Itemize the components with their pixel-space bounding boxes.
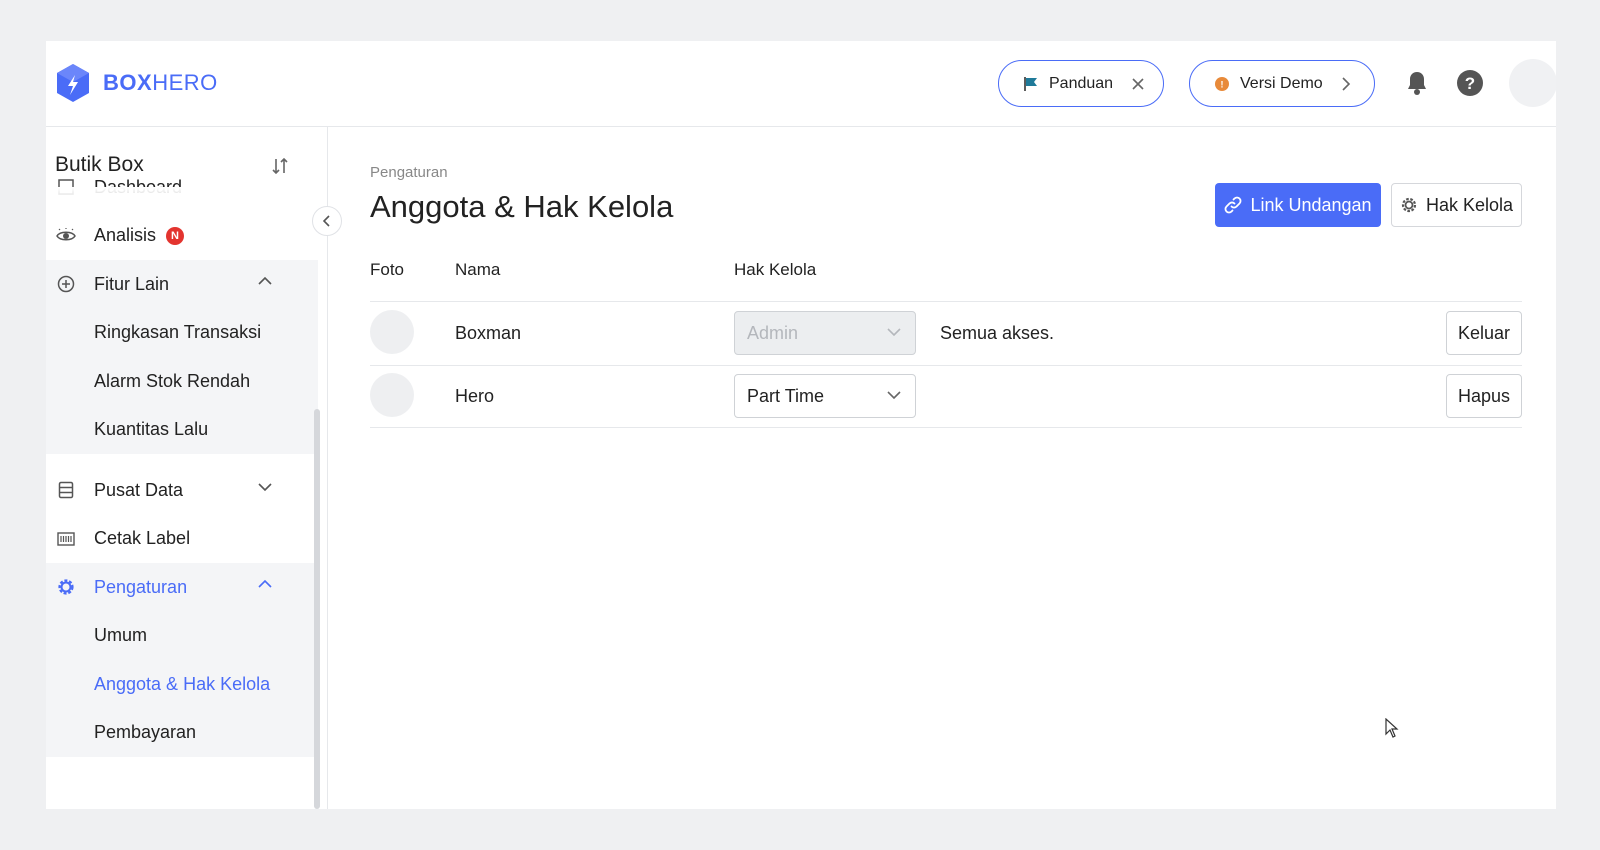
sidebar-item-pusat-data[interactable]: Pusat Data (46, 466, 318, 515)
invite-link-button[interactable]: Link Undangan (1215, 183, 1381, 227)
main-content: Pengaturan Anggota & Hak Kelola Link Und… (370, 127, 1556, 809)
page-title: Anggota & Hak Kelola (370, 189, 674, 224)
table-divider (370, 301, 1522, 302)
sidebar-item-anggota-hak-kelola[interactable]: Anggota & Hak Kelola (46, 660, 318, 709)
role-note: Semua akses. (940, 323, 1055, 343)
sidebar-item-kuantitas-lalu[interactable]: Kuantitas Lalu (46, 405, 318, 454)
role-select: Admin (734, 311, 916, 355)
sidebar-item-cetak-label[interactable]: Cetak Label (46, 515, 318, 564)
chevron-right-icon (1341, 76, 1351, 91)
nav-fade (46, 187, 318, 209)
chevron-down-icon (887, 390, 901, 400)
collapse-sidebar-button[interactable] (312, 206, 342, 236)
sidebar: Butik Box Dashboard Analisis N (46, 127, 328, 809)
guide-label: Panduan (1049, 74, 1114, 92)
chevron-left-icon (323, 215, 331, 227)
member-avatar (370, 373, 414, 417)
flag-icon (1023, 76, 1039, 92)
plus-circle-icon (55, 275, 77, 293)
svg-text:?: ? (1465, 74, 1475, 93)
sidebar-item-pembayaran[interactable]: Pembayaran (46, 708, 318, 757)
breadcrumb[interactable]: Pengaturan (370, 164, 448, 181)
demo-label: Versi Demo (1240, 74, 1323, 92)
app-window: BOXHERO Panduan ! Versi Demo ? Butik Box… (46, 41, 1556, 809)
delete-button[interactable]: Hapus (1446, 374, 1522, 418)
sidebar-item-label: Cetak Label (94, 528, 191, 549)
sidebar-item-umum[interactable]: Umum (46, 611, 318, 660)
barcode-icon (55, 532, 77, 546)
coin-icon: ! (1214, 76, 1230, 92)
permission-button[interactable]: Hak Kelola (1391, 183, 1522, 227)
mouse-cursor-icon (1385, 717, 1399, 743)
sidebar-item-label: Fitur Lain (94, 273, 170, 294)
permission-label: Hak Kelola (1425, 194, 1514, 215)
sidebar-item-label: Pengaturan (94, 576, 188, 597)
sidebar-item-fitur-lain[interactable]: Fitur Lain (46, 260, 318, 309)
boxhero-logo[interactable]: BOXHERO (55, 63, 218, 103)
table-divider (370, 427, 1522, 428)
bell-icon[interactable] (1402, 68, 1432, 98)
chevron-up-icon (258, 276, 272, 286)
demo-version-pill[interactable]: ! Versi Demo (1189, 60, 1375, 107)
invite-link-label: Link Undangan (1250, 194, 1372, 215)
chevron-down-icon (887, 327, 901, 337)
member-name: Hero (455, 386, 495, 406)
close-icon[interactable] (1131, 77, 1145, 91)
boxhero-hexagon-icon (57, 64, 89, 102)
role-select-value: Admin (747, 322, 799, 343)
logo-text: BOXHERO (103, 70, 218, 95)
chevron-up-icon (258, 579, 272, 589)
eye-icon (55, 227, 77, 244)
new-badge: N (166, 226, 185, 245)
sidebar-item-label: Analisis (94, 225, 157, 246)
column-header-hak-kelola: Hak Kelola (734, 260, 817, 279)
leave-button[interactable]: Keluar (1446, 311, 1522, 355)
column-header-foto: Foto (370, 260, 405, 279)
role-select-value: Part Time (747, 385, 825, 406)
sidebar-item-alarm-stok-rendah[interactable]: Alarm Stok Rendah (46, 357, 318, 406)
gear-icon (55, 577, 77, 597)
top-bar: BOXHERO Panduan ! Versi Demo ? (46, 41, 1556, 127)
table-divider (370, 365, 1522, 366)
sidebar-item-analisis[interactable]: Analisis N (46, 212, 318, 261)
column-header-nama: Nama (455, 260, 501, 279)
guide-pill[interactable]: Panduan (998, 60, 1164, 107)
member-name: Boxman (455, 323, 522, 343)
sidebar-item-pengaturan[interactable]: Pengaturan (46, 563, 318, 612)
svg-text:!: ! (1221, 79, 1224, 89)
role-select[interactable]: Part Time (734, 374, 916, 418)
chevron-down-icon (258, 482, 272, 492)
member-avatar (370, 310, 414, 354)
database-icon (55, 481, 77, 499)
sidebar-item-label: Pusat Data (94, 479, 184, 500)
user-avatar[interactable] (1509, 59, 1556, 107)
sidebar-nav: Dashboard Analisis N Fitur Lain Ringkasa… (46, 177, 318, 757)
help-icon[interactable]: ? (1455, 68, 1485, 98)
link-icon (1224, 196, 1242, 214)
gear-icon (1400, 196, 1418, 214)
sidebar-item-ringkasan-transaksi[interactable]: Ringkasan Transaksi (46, 308, 318, 357)
sidebar-scrollbar[interactable] (314, 409, 320, 809)
